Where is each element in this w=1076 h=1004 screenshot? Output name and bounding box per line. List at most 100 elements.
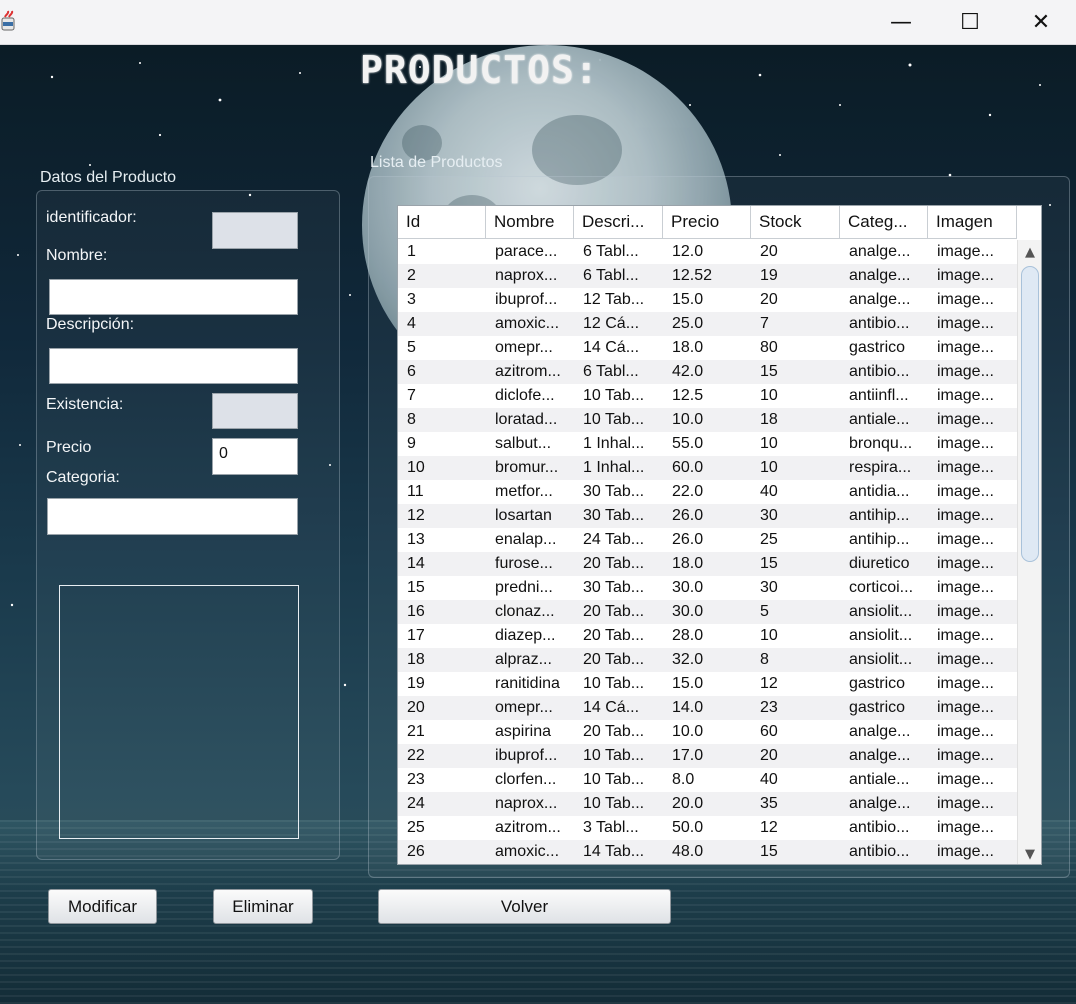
table-cell[interactable]: image...: [928, 384, 1017, 408]
table-cell[interactable]: 12.52: [663, 264, 751, 288]
table-cell[interactable]: 4: [398, 312, 486, 336]
table-cell[interactable]: 19: [398, 672, 486, 696]
table-row[interactable]: 15 predni... 30 Tab... 30.0 30 corticoi... ima…: [398, 576, 1017, 600]
table-cell[interactable]: naprox...: [486, 792, 574, 816]
minimize-button[interactable]: —: [871, 0, 931, 44]
table-row[interactable]: 13 enalap... 24 Tab... 26.0 25 antihip... imag…: [398, 528, 1017, 552]
table-cell[interactable]: 22.0: [663, 480, 751, 504]
table-cell[interactable]: 10 Tab...: [574, 672, 663, 696]
table-cell[interactable]: 14 Cá...: [574, 696, 663, 720]
table-cell[interactable]: 17.0: [663, 744, 751, 768]
table-cell[interactable]: 20.0: [663, 792, 751, 816]
table-cell[interactable]: 10.0: [663, 408, 751, 432]
table-cell[interactable]: 21: [398, 720, 486, 744]
precio-field[interactable]: 0: [212, 438, 298, 475]
table-cell[interactable]: 12: [751, 672, 840, 696]
table-row[interactable]: 2 naprox... 6 Tabl... 12.52 19 analge... image…: [398, 264, 1017, 288]
table-row[interactable]: 17 diazep... 20 Tab... 28.0 10 ansiolit... ima…: [398, 624, 1017, 648]
table-cell[interactable]: 42.0: [663, 360, 751, 384]
table-cell[interactable]: 10 Tab...: [574, 384, 663, 408]
descripcion-field[interactable]: [49, 348, 298, 384]
table-cell[interactable]: 15: [751, 840, 840, 864]
table-cell[interactable]: 10: [751, 432, 840, 456]
table-cell[interactable]: antibio...: [840, 816, 928, 840]
table-cell[interactable]: 14: [398, 552, 486, 576]
table-cell[interactable]: 15: [751, 552, 840, 576]
table-row[interactable]: 14 furose... 20 Tab... 18.0 15 diuretico image…: [398, 552, 1017, 576]
table-cell[interactable]: 9: [398, 432, 486, 456]
table-cell[interactable]: 26.0: [663, 528, 751, 552]
column-header-imagen[interactable]: Imagen: [928, 206, 1017, 238]
table-row[interactable]: 26 amoxic... 14 Tab... 48.0 15 antibio... imag…: [398, 840, 1017, 864]
table-cell[interactable]: 20 Tab...: [574, 720, 663, 744]
table-cell[interactable]: image...: [928, 408, 1017, 432]
table-row[interactable]: 20 omepr... 14 Cá... 14.0 23 gastrico image...: [398, 696, 1017, 720]
table-cell[interactable]: 15.0: [663, 672, 751, 696]
table-cell[interactable]: amoxic...: [486, 312, 574, 336]
table-cell[interactable]: 10: [398, 456, 486, 480]
maximize-button[interactable]: ☐: [940, 0, 1000, 44]
table-cell[interactable]: image...: [928, 360, 1017, 384]
table-cell[interactable]: 10: [751, 624, 840, 648]
table-cell[interactable]: corticoi...: [840, 576, 928, 600]
table-cell[interactable]: image...: [928, 504, 1017, 528]
table-cell[interactable]: image...: [928, 648, 1017, 672]
table-cell[interactable]: antidia...: [840, 480, 928, 504]
table-row[interactable]: 11 metfor... 30 Tab... 22.0 40 antidia... imag…: [398, 480, 1017, 504]
nombre-field[interactable]: [49, 279, 298, 315]
table-cell[interactable]: 3 Tabl...: [574, 816, 663, 840]
table-cell[interactable]: 6: [398, 360, 486, 384]
table-cell[interactable]: omepr...: [486, 696, 574, 720]
table-cell[interactable]: 30.0: [663, 600, 751, 624]
table-cell[interactable]: 15: [751, 360, 840, 384]
table-cell[interactable]: 26: [398, 840, 486, 864]
table-row[interactable]: 19 ranitidina 10 Tab... 15.0 12 gastrico image…: [398, 672, 1017, 696]
column-header-descripcion[interactable]: Descri...: [574, 206, 663, 238]
table-cell[interactable]: 8.0: [663, 768, 751, 792]
table-cell[interactable]: 23: [751, 696, 840, 720]
table-cell[interactable]: metfor...: [486, 480, 574, 504]
table-cell[interactable]: gastrico: [840, 672, 928, 696]
table-cell[interactable]: image...: [928, 840, 1017, 864]
eliminar-button[interactable]: Eliminar: [213, 889, 313, 924]
table-cell[interactable]: analge...: [840, 720, 928, 744]
table-cell[interactable]: alpraz...: [486, 648, 574, 672]
table-cell[interactable]: antibio...: [840, 840, 928, 864]
table-cell[interactable]: 20 Tab...: [574, 624, 663, 648]
table-cell[interactable]: 14 Cá...: [574, 336, 663, 360]
table-cell[interactable]: image...: [928, 336, 1017, 360]
table-cell[interactable]: 50.0: [663, 816, 751, 840]
column-header-precio[interactable]: Precio: [663, 206, 751, 238]
categoria-field[interactable]: [47, 498, 298, 535]
table-cell[interactable]: 30 Tab...: [574, 504, 663, 528]
table-cell[interactable]: analge...: [840, 264, 928, 288]
table-cell[interactable]: 8: [751, 648, 840, 672]
table-cell[interactable]: 12 Cá...: [574, 312, 663, 336]
table-cell[interactable]: analge...: [840, 288, 928, 312]
table-cell[interactable]: 5: [751, 600, 840, 624]
table-cell[interactable]: 18.0: [663, 336, 751, 360]
table-cell[interactable]: omepr...: [486, 336, 574, 360]
table-cell[interactable]: 35: [751, 792, 840, 816]
close-button[interactable]: ✕: [1011, 0, 1071, 44]
table-row[interactable]: 25 azitrom... 3 Tabl... 50.0 12 antibio... ima…: [398, 816, 1017, 840]
table-cell[interactable]: diazep...: [486, 624, 574, 648]
table-row[interactable]: 10 bromur... 1 Inhal... 60.0 10 respira... ima…: [398, 456, 1017, 480]
table-cell[interactable]: antihip...: [840, 528, 928, 552]
table-cell[interactable]: image...: [928, 600, 1017, 624]
table-cell[interactable]: 17: [398, 624, 486, 648]
table-cell[interactable]: image...: [928, 624, 1017, 648]
table-cell[interactable]: 15.0: [663, 288, 751, 312]
table-cell[interactable]: image...: [928, 696, 1017, 720]
table-cell[interactable]: 30 Tab...: [574, 576, 663, 600]
table-cell[interactable]: 24 Tab...: [574, 528, 663, 552]
table-cell[interactable]: 80: [751, 336, 840, 360]
table-row[interactable]: 24 naprox... 10 Tab... 20.0 35 analge... image…: [398, 792, 1017, 816]
table-cell[interactable]: 11: [398, 480, 486, 504]
table-cell[interactable]: 6 Tabl...: [574, 360, 663, 384]
column-header-stock[interactable]: Stock: [751, 206, 840, 238]
table-row[interactable]: 1 parace... 6 Tabl... 12.0 20 analge... image.…: [398, 240, 1017, 264]
table-cell[interactable]: 12: [398, 504, 486, 528]
table-cell[interactable]: 20 Tab...: [574, 600, 663, 624]
table-cell[interactable]: losartan: [486, 504, 574, 528]
